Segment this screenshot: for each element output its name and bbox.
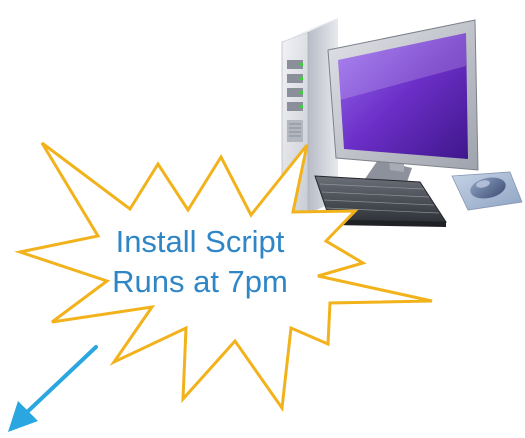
- callout-text: Install Script Runs at 7pm: [100, 222, 300, 302]
- diagram-canvas: [8, 18, 523, 432]
- callout-line-2: Runs at 7pm: [112, 264, 288, 299]
- arrow-icon: [8, 345, 98, 432]
- monitor-icon: [327, 19, 479, 196]
- mouse-icon: [451, 171, 523, 211]
- callout-line-1: Install Script: [115, 224, 285, 259]
- computer-icon: [281, 18, 523, 227]
